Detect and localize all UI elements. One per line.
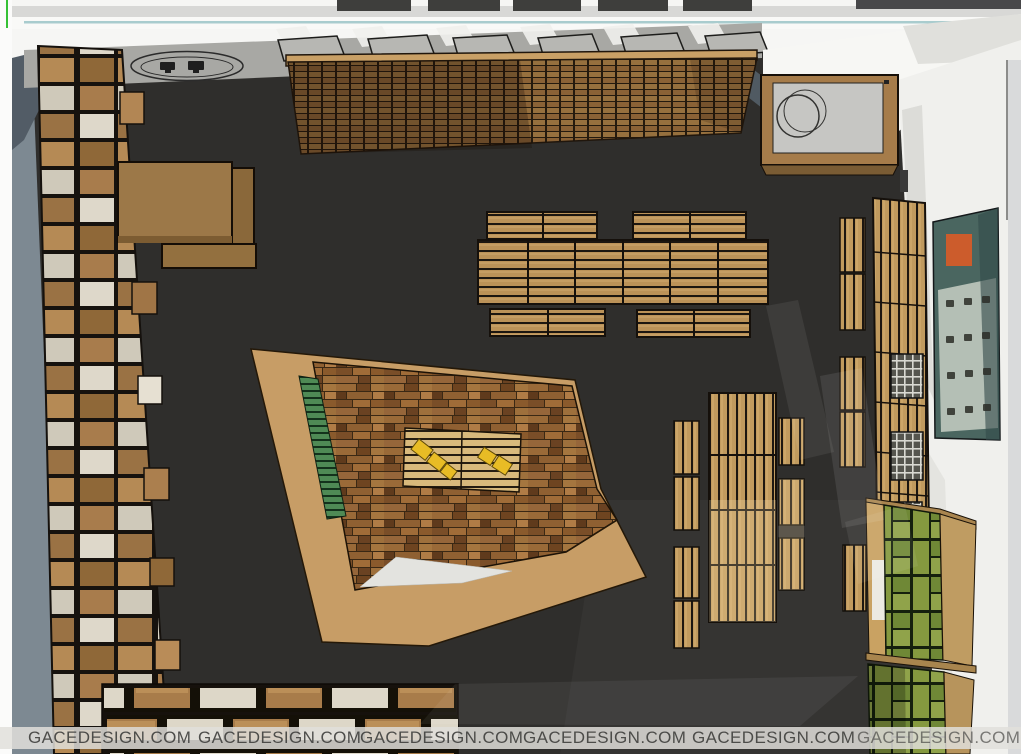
- green-axis-line: [6, 0, 8, 28]
- platform-low-table: [403, 428, 521, 492]
- watermark-text: GACEDESIGN.COM: [360, 728, 523, 748]
- render-scene: [0, 0, 1021, 754]
- poster-seal: [946, 234, 972, 266]
- glass-edge-line: [24, 21, 990, 24]
- right-edge-line: [1006, 60, 1008, 220]
- wall-poster: [933, 208, 1000, 440]
- right-wall-shelf: [873, 198, 929, 532]
- bench: [674, 547, 699, 598]
- watermark-band: GACEDESIGN.COM GACEDESIGN.COM GACEDESIGN…: [0, 727, 1021, 749]
- watermark-text: GACEDESIGN.COM: [28, 728, 191, 748]
- watermark-text: GACEDESIGN.COM: [198, 728, 361, 748]
- bench: [840, 274, 865, 330]
- watermark-text: GACEDESIGN.COM: [692, 728, 855, 748]
- interior-render: GACEDESIGN.COM GACEDESIGN.COM GACEDESIGN…: [0, 0, 1021, 754]
- counter-with-round-fixture: [761, 75, 898, 175]
- watermark-text: GACEDESIGN.COM: [523, 728, 686, 748]
- watermark-text: GACEDESIGN.COM: [857, 728, 1020, 748]
- bench: [674, 421, 699, 474]
- left-outer-strip: [0, 0, 12, 754]
- wall-edge-mark: [900, 170, 908, 192]
- bench: [840, 218, 865, 272]
- right-edge-strip: [1008, 60, 1021, 754]
- bench: [674, 601, 699, 648]
- bench: [674, 477, 699, 530]
